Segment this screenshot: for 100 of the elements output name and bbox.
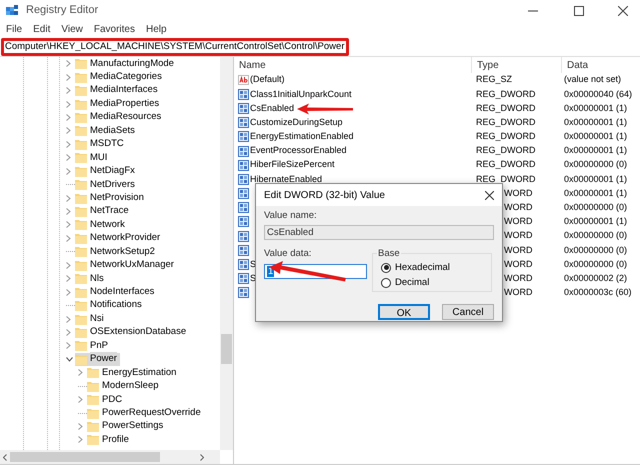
tree-item[interactable]: NetworkUxManager bbox=[90, 258, 174, 272]
value-name[interactable]: HiberFileSizePercent bbox=[250, 158, 335, 172]
tree-item[interactable]: MediaCategories bbox=[90, 70, 162, 84]
pointer-arrow bbox=[297, 103, 353, 115]
folder-icon bbox=[87, 434, 99, 446]
binary-value-icon bbox=[238, 102, 249, 114]
tree-item[interactable]: Notifications bbox=[90, 298, 142, 313]
value-data: 0x00000000 (0) bbox=[563, 229, 628, 242]
value-name[interactable]: CustomizeDuringSetup bbox=[250, 116, 343, 130]
folder-icon bbox=[87, 408, 99, 419]
folder-icon bbox=[75, 112, 87, 123]
folder-icon bbox=[75, 340, 87, 352]
tree-item[interactable]: NetDrivers bbox=[90, 178, 135, 192]
binary-value-icon bbox=[238, 202, 249, 214]
menu-item[interactable]: Help bbox=[142, 22, 171, 36]
folder-icon bbox=[87, 421, 99, 432]
folder-icon bbox=[75, 354, 87, 365]
menu-item[interactable]: Favorites bbox=[90, 22, 139, 36]
value-name[interactable]: HibernateEnabled bbox=[250, 172, 322, 186]
tree-item[interactable]: NetworkSetup2 bbox=[90, 244, 155, 259]
tree-item[interactable]: NodeInterfaces bbox=[90, 285, 154, 300]
window-title: Registry Editor bbox=[26, 3, 98, 18]
value-name[interactable]: EventProcessorEnabled bbox=[250, 144, 347, 158]
tree-item[interactable]: MSDTC bbox=[90, 137, 124, 152]
radio-button[interactable] bbox=[381, 278, 391, 288]
tree-item[interactable]: EnergyEstimation bbox=[102, 366, 176, 380]
binary-value-icon bbox=[238, 273, 249, 284]
value-data: 0x00000001 (1) bbox=[563, 186, 628, 200]
value-data: 0x00000000 (0) bbox=[563, 158, 628, 172]
tree-item[interactable]: Nsi bbox=[90, 312, 104, 326]
folder-icon bbox=[75, 219, 87, 230]
tree-item[interactable]: PowerRequestOverride bbox=[102, 406, 201, 420]
tree-item[interactable]: NetProvision bbox=[90, 190, 144, 206]
folder-icon bbox=[87, 380, 99, 392]
column-header[interactable]: Data bbox=[562, 57, 640, 73]
tree-item[interactable]: MediaProperties bbox=[90, 96, 160, 112]
collapse-chevron-icon[interactable] bbox=[66, 356, 75, 362]
folder-icon bbox=[75, 98, 87, 110]
scrollbar-thumb[interactable] bbox=[10, 452, 160, 462]
value-type: WORD bbox=[504, 258, 532, 271]
tree-item[interactable]: NetworkProvider bbox=[90, 231, 160, 246]
binary-value-icon bbox=[238, 188, 249, 200]
close-icon[interactable] bbox=[485, 190, 494, 200]
binary-value-icon bbox=[238, 88, 249, 100]
field-label: Value data: bbox=[264, 247, 312, 262]
value-type: REG_DWORD bbox=[475, 172, 536, 186]
scrollbar-thumb[interactable] bbox=[221, 334, 232, 364]
tree-item[interactable]: Nls bbox=[90, 272, 104, 286]
tree-item[interactable]: PnP bbox=[90, 338, 108, 354]
value-name[interactable]: (Default) bbox=[250, 73, 285, 87]
scroll-left-icon[interactable] bbox=[3, 454, 7, 460]
close-icon[interactable] bbox=[618, 6, 628, 16]
ok-button[interactable]: OK bbox=[378, 304, 430, 320]
tree-item[interactable]: MediaSets bbox=[90, 124, 135, 138]
binary-value-icon bbox=[238, 244, 249, 256]
tree-item[interactable]: NetTrace bbox=[90, 204, 129, 219]
value-name[interactable]: Class1InitialUnparkCount bbox=[250, 88, 352, 102]
value-data: 0x00000001 (1) bbox=[563, 215, 628, 228]
tree-item[interactable]: OSExtensionDatabase bbox=[90, 325, 186, 340]
column-header[interactable]: Name bbox=[234, 57, 472, 73]
value-data: 0x00000040 (64) bbox=[563, 88, 632, 101]
folder-icon bbox=[87, 367, 99, 378]
value-type: REG_DWORD bbox=[475, 144, 536, 158]
folder-icon bbox=[75, 85, 87, 96]
tree-item[interactable]: MediaResources bbox=[90, 110, 162, 125]
value-type: REG_DWORD bbox=[475, 88, 536, 101]
value-name[interactable]: EnergyEstimationEnabled bbox=[250, 130, 354, 144]
tree-item[interactable]: PDC bbox=[102, 392, 122, 407]
vertical-scrollbar[interactable] bbox=[220, 57, 233, 450]
address-bar[interactable]: Computer\HKEY_LOCAL_MACHINE\SYSTEM\CurrentControlSet\Control\Power bbox=[5, 40, 344, 52]
folder-icon bbox=[75, 260, 87, 271]
menu-item[interactable]: View bbox=[57, 22, 87, 36]
tree-item[interactable]: MUI bbox=[90, 150, 108, 165]
menu-item[interactable]: Edit bbox=[29, 22, 54, 36]
binary-value-icon bbox=[238, 160, 249, 171]
binary-value-icon bbox=[238, 259, 249, 270]
horizontal-scrollbar[interactable] bbox=[0, 450, 220, 464]
tree-item[interactable]: Network bbox=[90, 218, 125, 232]
value-type: REG_DWORD bbox=[475, 130, 536, 144]
binary-value-icon bbox=[238, 131, 249, 142]
tree-item[interactable]: ModernSleep bbox=[102, 379, 159, 394]
folder-icon bbox=[75, 138, 87, 150]
maximize-icon[interactable] bbox=[574, 6, 584, 16]
value-type: REG_DWORD bbox=[475, 116, 536, 129]
tree-item[interactable]: MediaInterfaces bbox=[90, 83, 158, 98]
radio-button[interactable] bbox=[381, 262, 391, 273]
registry-icon bbox=[6, 4, 18, 16]
tree-item[interactable]: Profile bbox=[102, 432, 129, 448]
column-header[interactable]: Type bbox=[472, 57, 562, 73]
menu-item[interactable]: File bbox=[2, 22, 26, 36]
value-data: 0x00000002 (2) bbox=[563, 272, 628, 285]
folder-icon bbox=[75, 273, 87, 284]
tree-item[interactable]: PowerSettings bbox=[102, 419, 164, 434]
value-name-field[interactable]: CsEnabled bbox=[264, 225, 494, 240]
cancel-button[interactable]: Cancel bbox=[442, 304, 494, 320]
scroll-right-icon[interactable] bbox=[200, 454, 204, 460]
folder-icon bbox=[75, 179, 87, 190]
tree-item[interactable]: ManufacturingMode bbox=[90, 57, 174, 71]
value-name[interactable]: CsEnabled bbox=[250, 102, 294, 116]
tree-item[interactable]: NetDiagFx bbox=[90, 164, 135, 178]
